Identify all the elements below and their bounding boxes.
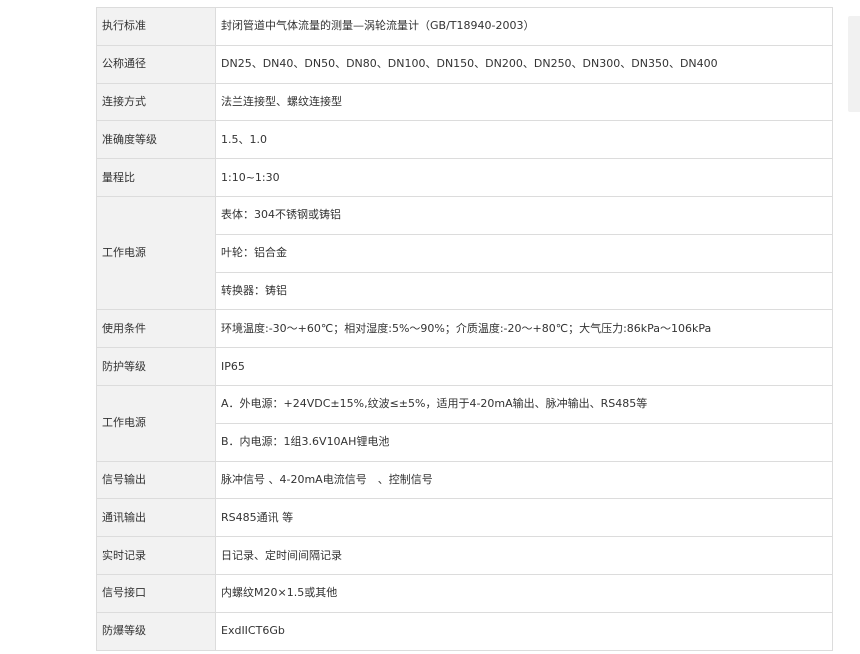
spec-label: 工作电源 [96, 384, 216, 462]
table-row: 使用条件 环境温度:-30～+60℃；相对湿度:5%～90%；介质温度:-20～+… [96, 309, 833, 349]
spec-value: 表体：304不锈钢或铸铝 [215, 195, 833, 235]
table-row: 公称通径 DN25、DN40、DN50、DN80、DN100、DN150、DN20… [96, 44, 833, 84]
spec-label: 执行标准 [96, 7, 216, 46]
spec-label: 防护等级 [96, 347, 216, 386]
spec-value: 内螺纹M20×1.5或其他 [215, 573, 833, 613]
spec-label: 信号输出 [96, 460, 216, 500]
spec-value: A．外电源：+24VDC±15%,纹波≤±5%，适用于4-20mA输出、脉冲输出… [215, 384, 833, 424]
spec-value: B．内电源：1组3.6V10AH锂电池 [215, 422, 833, 462]
spec-label: 公称通径 [96, 44, 216, 84]
side-panel-edge [848, 16, 860, 112]
spec-label: 连接方式 [96, 82, 216, 122]
spec-value: DN25、DN40、DN50、DN80、DN100、DN150、DN200、DN… [215, 44, 833, 84]
table-row: 信号接口 内螺纹M20×1.5或其他 [96, 573, 833, 613]
spec-value: IP65 [215, 347, 833, 386]
table-row: 工作电源 表体：304不锈钢或铸铝 [96, 195, 833, 311]
spec-value: 封闭管道中气体流量的测量—涡轮流量计（GB/T18940-2003） [215, 7, 833, 46]
spec-label: 准确度等级 [96, 120, 216, 160]
spec-label: 信号接口 [96, 573, 216, 613]
table-row: 工作电源 A．外电源：+24VDC±15%,纹波≤±5%，适用于4-20mA输出、… [96, 384, 833, 462]
table-row: 准确度等级 1.5、1.0 [96, 120, 833, 160]
spec-value: 法兰连接型、螺纹连接型 [215, 82, 833, 122]
spec-table-body: 执行标准 封闭管道中气体流量的测量—涡轮流量计（GB/T18940-2003） 公称… [96, 7, 833, 651]
table-row: 通讯输出 RS485通讯 等 [96, 498, 833, 538]
spec-label: 工作电源 [96, 195, 216, 311]
table-row: 实时记录 日记录、定时间间隔记录 [96, 536, 833, 575]
spec-value: ExdIICT6Gb [215, 611, 833, 651]
table-row: 信号输出 脉冲信号 、4-20mA电流信号 、控制信号 [96, 460, 833, 500]
spec-value: RS485通讯 等 [215, 498, 833, 538]
spec-label: 实时记录 [96, 536, 216, 575]
spec-value: 转换器：铸铝 [215, 271, 833, 311]
table-row: 量程比 1:10~1:30 [96, 158, 833, 197]
spec-label: 通讯输出 [96, 498, 216, 538]
spec-label: 防爆等级 [96, 611, 216, 651]
spec-label: 使用条件 [96, 309, 216, 349]
spec-value: 脉冲信号 、4-20mA电流信号 、控制信号 [215, 460, 833, 500]
spec-value: 环境温度:-30～+60℃；相对湿度:5%～90%；介质温度:-20～+80℃；… [215, 309, 833, 349]
table-row: 连接方式 法兰连接型、螺纹连接型 [96, 82, 833, 122]
spec-label: 量程比 [96, 158, 216, 197]
table-row: 防护等级 IP65 [96, 347, 833, 386]
spec-value: 叶轮：铝合金 [215, 233, 833, 273]
spec-value: 1.5、1.0 [215, 120, 833, 160]
spec-value: 1:10~1:30 [215, 158, 833, 197]
table-row: 防爆等级 ExdIICT6Gb [96, 611, 833, 651]
spec-table: 执行标准 封闭管道中气体流量的测量—涡轮流量计（GB/T18940-2003） 公称… [96, 7, 833, 651]
spec-value: 日记录、定时间间隔记录 [215, 536, 833, 575]
table-row: 执行标准 封闭管道中气体流量的测量—涡轮流量计（GB/T18940-2003） [96, 7, 833, 46]
